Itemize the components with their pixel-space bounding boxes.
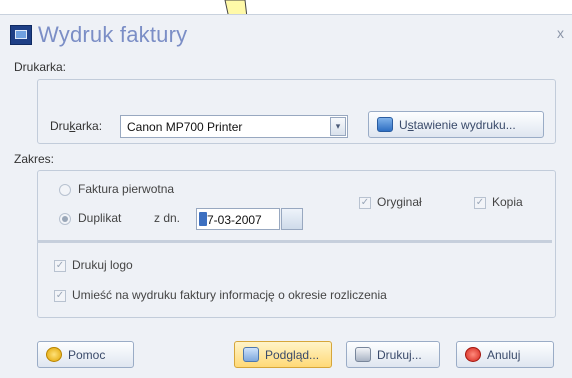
original-copy-label: Oryginał <box>377 195 422 209</box>
checkbox-copy[interactable]: ✓ <box>474 197 486 209</box>
help-button[interactable]: Pomoc <box>37 341 134 368</box>
help-label: Pomoc <box>68 348 106 362</box>
preview-icon <box>243 347 259 362</box>
title-bar: Wydruk faktury x <box>0 15 572 47</box>
original-invoice-label: Faktura pierwotna <box>78 182 175 196</box>
print-button[interactable]: Drukuj... <box>346 341 440 368</box>
calendar-icon <box>199 212 207 226</box>
date-picker-button[interactable] <box>281 208 303 230</box>
duplicate-label: Duplikat <box>78 211 122 225</box>
printer-field-label: Drukarka: <box>50 119 103 133</box>
printer-section-label: Drukarka: <box>14 60 67 74</box>
cancel-button[interactable]: Anuluj <box>456 341 554 368</box>
section-divider <box>37 240 552 243</box>
radio-duplicate[interactable] <box>59 213 71 225</box>
chevron-down-icon[interactable]: ▾ <box>330 117 346 136</box>
radio-original-invoice[interactable] <box>59 184 71 196</box>
cancel-icon <box>465 347 481 362</box>
duplicate-date-input[interactable]: 7-03-2007 <box>196 208 280 230</box>
printer-setup-button[interactable]: Ustawienie wydruku... <box>368 111 544 138</box>
app-icon <box>10 25 32 45</box>
printer-select-value: Canon MP700 Printer <box>127 120 243 134</box>
period-info-label: Umieść na wydruku faktury informację o o… <box>72 288 387 302</box>
printer-icon <box>355 347 371 362</box>
printer-setup-label: Ustawienie wydruku... <box>399 118 516 132</box>
preview-label: Podgląd... <box>265 348 320 362</box>
printer-setup-icon <box>377 117 393 132</box>
dialog-title: Wydruk faktury <box>38 22 188 47</box>
cancel-label: Anuluj <box>487 348 521 362</box>
checkbox-period-info[interactable]: ✓ <box>54 290 66 302</box>
print-logo-label: Drukuj logo <box>72 258 133 272</box>
preview-button[interactable]: Podgląd... <box>234 341 332 368</box>
print-label: Drukuj... <box>377 348 422 362</box>
checkbox-original[interactable]: ✓ <box>359 197 371 209</box>
copy-label: Kopia <box>492 195 523 209</box>
checkbox-print-logo[interactable]: ✓ <box>54 260 66 272</box>
printer-select[interactable]: Canon MP700 Printer <box>120 115 348 138</box>
date-prefix-label: z dn. <box>154 211 181 225</box>
close-icon[interactable]: x <box>557 25 564 41</box>
range-section-label: Zakres: <box>14 152 55 166</box>
duplicate-date-value: 7-03-2007 <box>207 213 262 227</box>
help-icon <box>46 347 62 362</box>
